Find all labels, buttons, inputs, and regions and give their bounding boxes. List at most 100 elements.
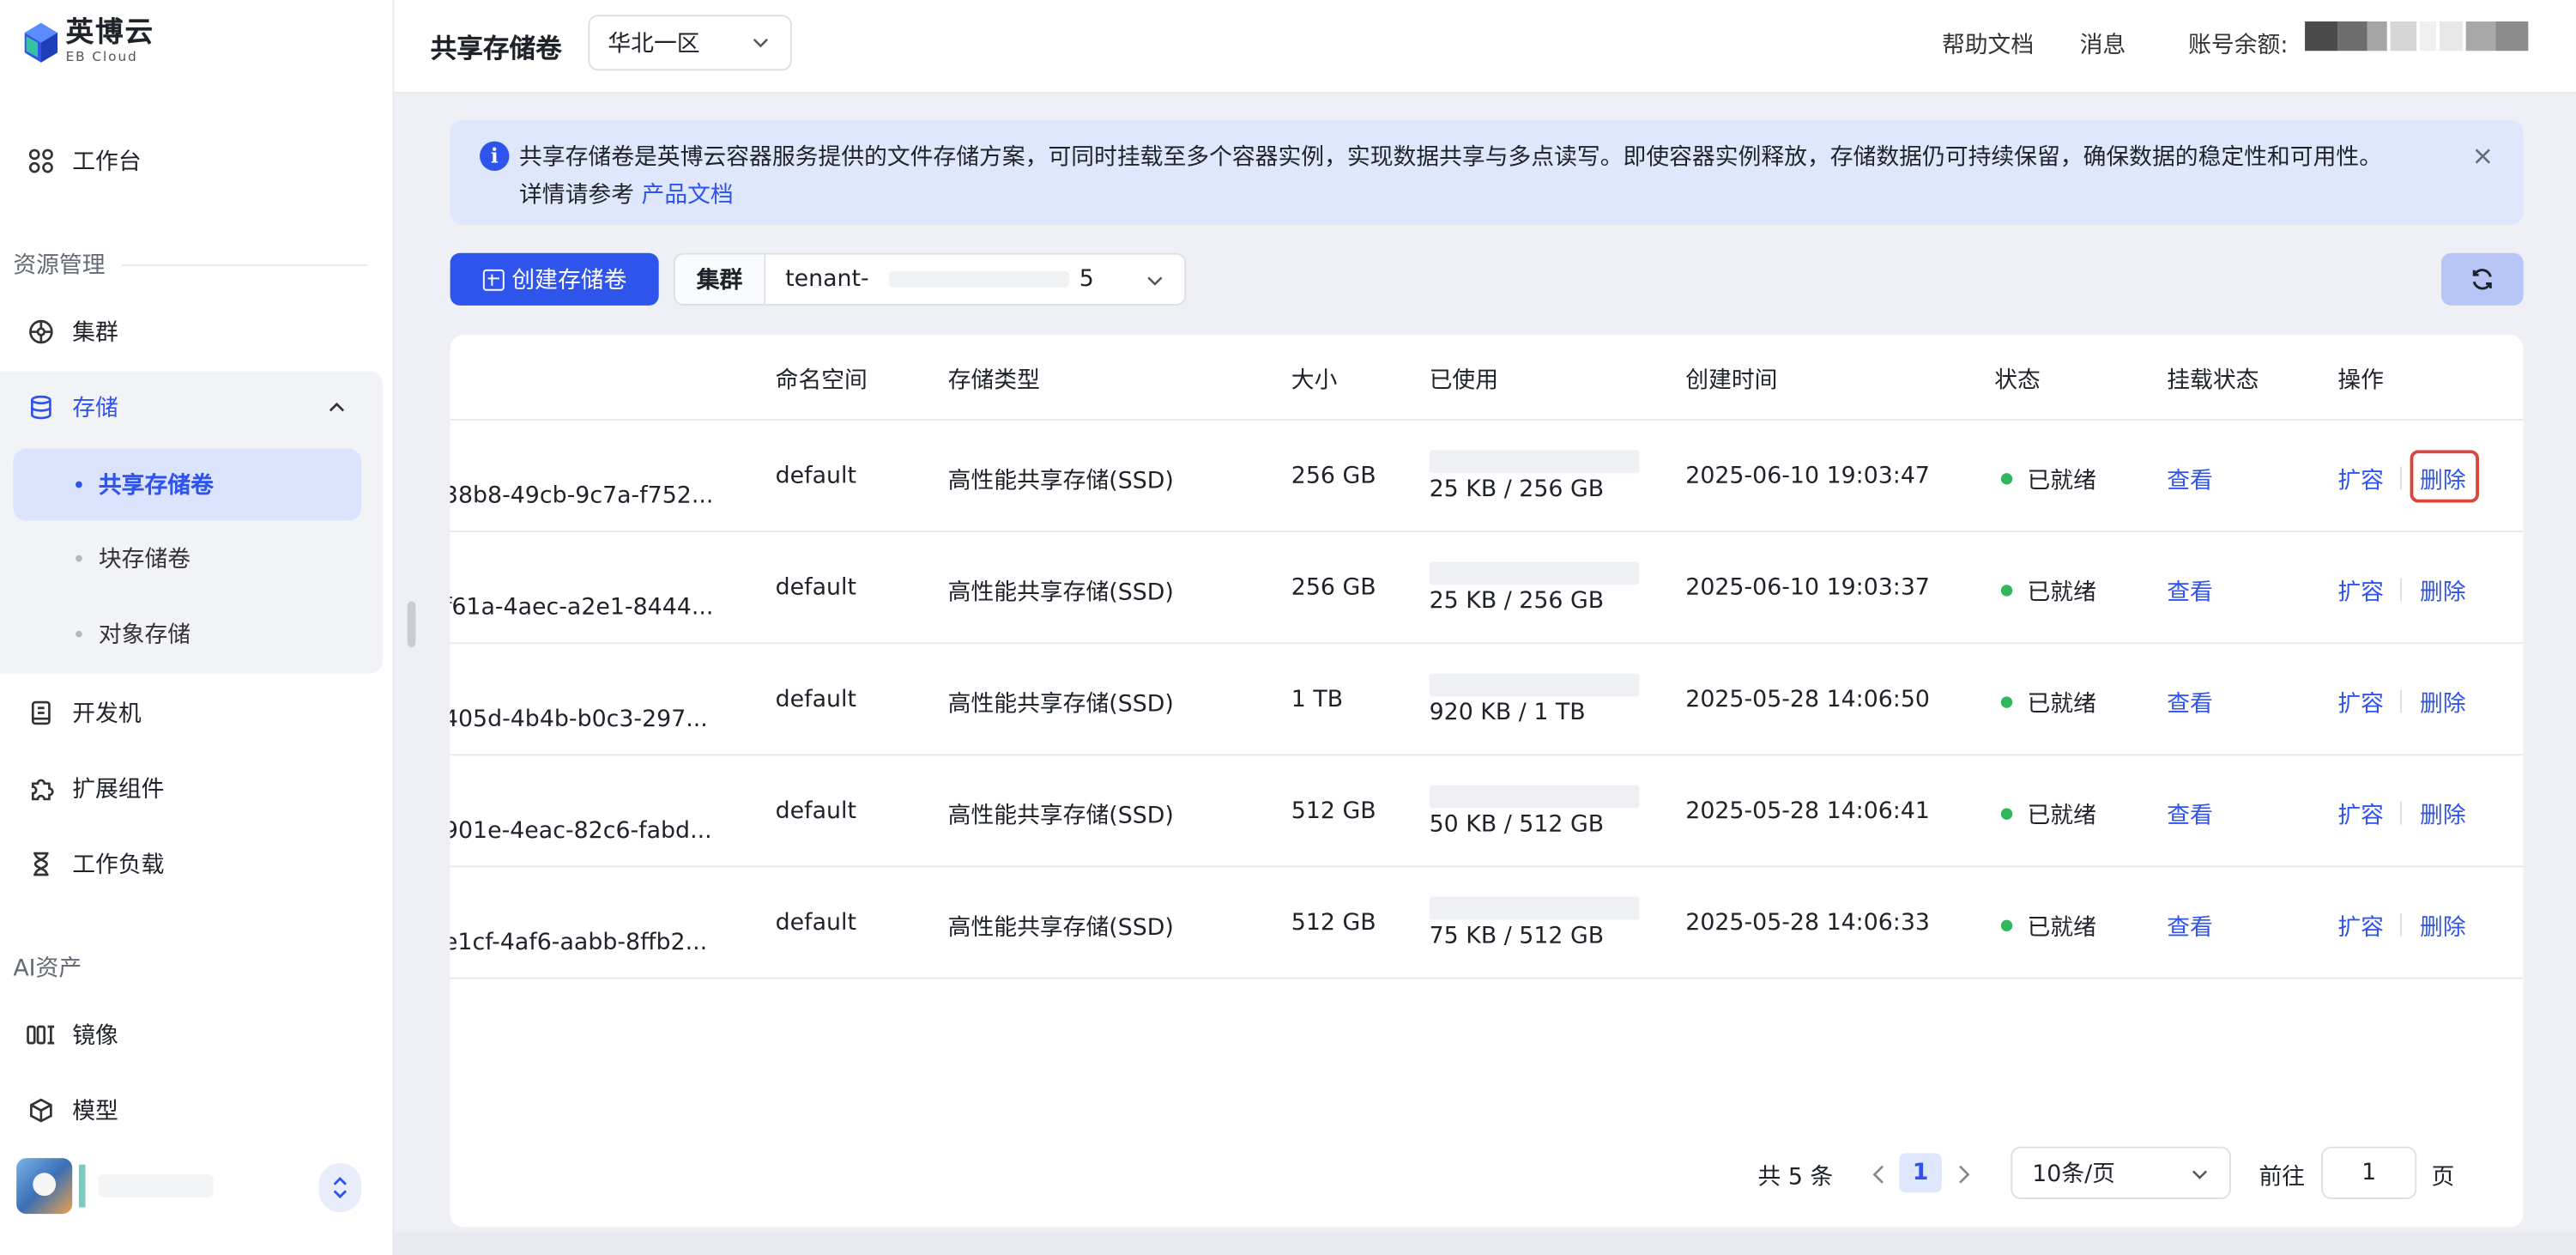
column-header-used: 已使用 — [1429, 367, 1499, 395]
delete-link[interactable]: 删除 — [2420, 575, 2466, 608]
sidebar-subitem-label: 对象存储 — [98, 622, 191, 649]
user-name-redacted — [98, 1174, 214, 1198]
help-docs-link[interactable]: 帮助文档 — [1942, 28, 2034, 61]
sidebar-subitem-label: 共享存储卷 — [98, 473, 214, 500]
cell-namespace: default — [775, 686, 856, 713]
product-docs-link[interactable]: 产品文档 — [642, 182, 734, 209]
column-header-size: 大小 — [1291, 367, 1338, 395]
volume-name[interactable]: 405d-4b4b-b0c3-297... — [450, 706, 708, 733]
sidebar-subitem-object-storage[interactable]: 对象存储 — [13, 598, 361, 670]
volume-name[interactable]: 901e-4eac-82c6-fabd... — [450, 818, 712, 845]
divider — [2400, 801, 2402, 825]
logo[interactable]: 英博云 EB Cloud — [23, 19, 154, 64]
view-mount-link[interactable]: 查看 — [2167, 798, 2213, 831]
view-mount-link[interactable]: 查看 — [2167, 464, 2213, 496]
sidebar: 英博云 EB Cloud 工作台 资源管理 集群 存储 共享存储卷 块存储卷 对… — [0, 0, 395, 1255]
chevron-up-icon[interactable] — [327, 397, 347, 417]
info-icon: i — [480, 141, 510, 172]
chevron-down-icon — [753, 39, 768, 48]
cell-storage-type: 高性能共享存储(SSD) — [947, 803, 1174, 830]
cell-created: 2025-05-28 14:06:50 — [1685, 686, 1930, 713]
volume-name[interactable]: e1cf-4af6-aabb-8ffb2... — [450, 930, 708, 956]
sidebar-item-extensions[interactable]: 扩展组件 — [0, 759, 394, 818]
table-row: f61a-4aec-a2e1-8444... default 高性能共享存储(S… — [450, 532, 2524, 645]
divider — [2400, 466, 2402, 490]
alert-more-prefix: 详情请参考 — [518, 182, 634, 209]
avatar[interactable] — [16, 1158, 73, 1215]
cell-namespace: default — [775, 798, 856, 825]
page-size-select[interactable]: 10条/页 — [2011, 1146, 2231, 1199]
view-mount-link[interactable]: 查看 — [2167, 575, 2213, 608]
sidebar-resize-handle[interactable] — [407, 601, 416, 647]
expand-link[interactable]: 扩容 — [2337, 687, 2384, 719]
cell-namespace: default — [775, 463, 856, 490]
sidebar-item-images[interactable]: 镜像 — [0, 1005, 394, 1064]
volume-name[interactable]: 38b8-49cb-9c7a-f752... — [450, 483, 714, 510]
alert-text: 共享存储卷是英博云容器服务提供的文件存储方案，可同时挂载至多个容器实例，实现数据… — [518, 144, 2383, 172]
chevron-right-icon[interactable] — [1953, 1163, 1973, 1186]
section-title-resources: 资源管理 — [13, 248, 368, 281]
sidebar-item-cluster[interactable]: 集群 — [0, 302, 394, 361]
messages-link[interactable]: 消息 — [2080, 28, 2126, 61]
usage-bar — [1429, 673, 1640, 697]
cell-storage-type: 高性能共享存储(SSD) — [947, 579, 1174, 607]
table-row: 901e-4eac-82c6-fabd... default 高性能共享存储(S… — [450, 755, 2524, 868]
view-mount-link[interactable]: 查看 — [2167, 910, 2213, 943]
hourglass-icon — [27, 849, 56, 878]
divider — [2400, 689, 2402, 713]
top-bar: 共享存储卷 华北一区 帮助文档 消息 账号余额: — [394, 0, 2576, 94]
column-header-status: 状态 — [1994, 367, 2041, 395]
sidebar-item-storage[interactable]: 存储 — [0, 378, 383, 437]
divider — [2400, 912, 2402, 937]
usage-bar — [1429, 896, 1640, 920]
cluster-select-value-tail: 5 — [1079, 266, 1094, 293]
page-number-current[interactable]: 1 — [1899, 1153, 1942, 1193]
goto-page-input[interactable]: 1 — [2321, 1146, 2417, 1199]
sidebar-item-workbench[interactable]: 工作台 — [0, 131, 394, 191]
delete-link[interactable]: 删除 — [2420, 910, 2466, 943]
bullet-icon — [76, 630, 82, 638]
sidebar-item-label: 镜像 — [72, 1023, 118, 1050]
view-mount-link[interactable]: 查看 — [2167, 687, 2213, 719]
delete-link[interactable]: 删除 — [2420, 687, 2466, 719]
cell-storage-type: 高性能共享存储(SSD) — [947, 468, 1174, 494]
divider — [2400, 578, 2402, 602]
page-title: 共享存储卷 — [430, 33, 562, 64]
chevron-left-icon[interactable] — [1870, 1163, 1890, 1186]
expand-link[interactable]: 扩容 — [2337, 798, 2384, 831]
chevron-updown-icon — [333, 1176, 348, 1199]
sidebar-item-devbox[interactable]: 开发机 — [0, 683, 394, 743]
logo-icon — [24, 21, 58, 62]
expand-link[interactable]: 扩容 — [2337, 464, 2384, 496]
sidebar-item-models[interactable]: 模型 — [0, 1081, 394, 1140]
create-volume-button[interactable]: 创建存储卷 — [450, 252, 659, 306]
table-row: 38b8-49cb-9c7a-f752... default 高性能共享存储(S… — [450, 421, 2524, 533]
sidebar-subitem-block-volumes[interactable]: 块存储卷 — [13, 523, 361, 595]
cube-icon — [27, 1095, 56, 1125]
volumes-table: 命名空间 存储类型 大小 已使用 创建时间 状态 挂载状态 操作 38b8-49… — [450, 335, 2524, 1228]
delete-link[interactable]: 删除 — [2420, 798, 2466, 831]
region-select[interactable]: 华北一区 — [588, 15, 792, 71]
balance-value-redacted — [2305, 21, 2529, 52]
cell-created: 2025-05-28 14:06:41 — [1685, 798, 1930, 825]
sidebar-subitem-shared-volumes[interactable]: 共享存储卷 — [13, 448, 362, 521]
chevron-down-icon — [2192, 1170, 2208, 1179]
status-dot-icon — [2000, 919, 2013, 932]
close-icon[interactable]: × — [2472, 140, 2494, 171]
user-indicator — [78, 1164, 86, 1208]
account-switcher-button[interactable] — [318, 1162, 362, 1213]
volume-name[interactable]: f61a-4aec-a2e1-8444... — [450, 595, 714, 621]
expand-link[interactable]: 扩容 — [2337, 575, 2384, 608]
cluster-select[interactable]: 集群 tenant- 5 — [673, 252, 1187, 306]
sidebar-subitem-label: 块存储卷 — [98, 547, 191, 573]
cell-namespace: default — [775, 574, 856, 602]
usage-bar — [1429, 450, 1640, 474]
bottom-strip — [394, 1232, 2576, 1255]
column-header-namespace: 命名空间 — [775, 367, 868, 395]
cell-size: 256 GB — [1291, 574, 1376, 602]
refresh-button[interactable] — [2440, 252, 2524, 306]
sidebar-item-workloads[interactable]: 工作负载 — [0, 834, 394, 894]
expand-link[interactable]: 扩容 — [2337, 910, 2384, 943]
cell-used: 25 KB / 256 GB — [1429, 476, 1605, 503]
sidebar-item-label: 集群 — [72, 320, 118, 347]
